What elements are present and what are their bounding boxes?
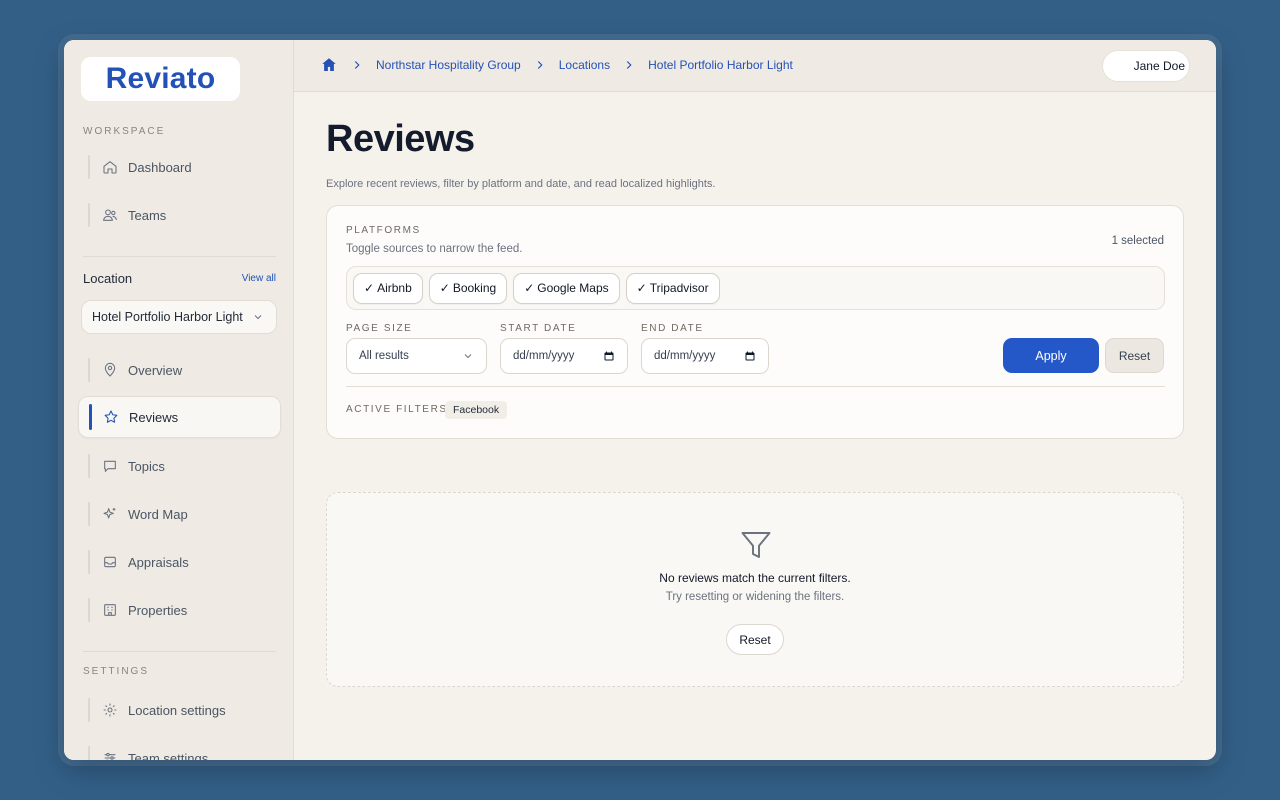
chat-icon (104, 460, 116, 472)
sidebar-item-location-settings[interactable]: Location settings (78, 689, 281, 731)
sidebar-item-appraisals[interactable]: Appraisals (78, 541, 281, 583)
end-date-label: END DATE (641, 323, 704, 334)
app-window: Reviato WORKSPACE Dashboard Teams Locati… (64, 40, 1216, 760)
sidebar-item-label: Teams (128, 207, 167, 223)
platform-chip-tripadvisor[interactable]: ✓ Tripadvisor (625, 272, 720, 304)
empty-reset-button[interactable]: Reset (726, 624, 784, 655)
chip-label: Airbnb (377, 281, 412, 295)
breadcrumb-item[interactable]: Northstar Hospitality Group (376, 58, 521, 72)
platforms-label: PLATFORMS (346, 225, 421, 236)
page-subtitle: Explore recent reviews, filter by platfo… (326, 178, 716, 190)
empty-state: No reviews match the current filters. Tr… (326, 492, 1184, 687)
reset-button[interactable]: Reset (1105, 338, 1164, 373)
inbox-icon (104, 556, 116, 568)
start-date-label: START DATE (500, 323, 577, 334)
check-icon: ✓ (636, 281, 647, 295)
workspace-section-label: WORKSPACE (83, 126, 166, 137)
sidebar-item-label: Reviews (129, 409, 179, 425)
sidebar-item-label: Properties (128, 602, 188, 618)
check-icon: ✓ (439, 281, 450, 295)
sidebar-item-team-settings[interactable]: Team settings (78, 737, 281, 760)
location-select[interactable]: Hotel Portfolio Harbor Light (81, 300, 277, 334)
gear-icon (103, 703, 117, 717)
chip-label: Google Maps (537, 281, 609, 295)
breadcrumb: Northstar Hospitality Group Locations Ho… (320, 56, 793, 74)
chevron-right-icon (626, 61, 632, 69)
home-icon[interactable] (320, 56, 338, 74)
sidebar-item-label: Dashboard (128, 159, 192, 175)
filter-icon (741, 532, 771, 558)
calendar-icon[interactable] (603, 350, 615, 362)
page-size-value: All results (359, 350, 409, 362)
sidebar-item-word-map[interactable]: Word Map (78, 493, 281, 535)
users-icon (103, 209, 117, 221)
main-content: Reviews Explore recent reviews, filter b… (294, 92, 1216, 760)
user-menu[interactable]: Jane Doe (1102, 50, 1190, 82)
view-all-link[interactable]: View all (242, 273, 276, 284)
sidebar-item-properties[interactable]: Properties (78, 589, 281, 631)
sidebar: Reviato WORKSPACE Dashboard Teams Locati… (64, 40, 294, 760)
start-date-input[interactable]: dd/mm/yyyy (500, 338, 628, 374)
chip-label: Tripadvisor (649, 281, 709, 295)
active-filters-label: ACTIVE FILTERS (346, 404, 448, 415)
breadcrumb-item[interactable]: Locations (559, 58, 610, 72)
active-filter-tag[interactable]: Facebook (445, 401, 508, 419)
settings-section-label: SETTINGS (83, 666, 150, 677)
sidebar-item-topics[interactable]: Topics (78, 445, 281, 487)
chevron-down-icon (464, 354, 472, 359)
location-select-value: Hotel Portfolio Harbor Light (92, 310, 243, 324)
pin-icon (104, 362, 116, 377)
sidebar-item-dashboard[interactable]: Dashboard (78, 146, 281, 188)
sidebar-item-label: Team settings (128, 750, 209, 761)
apply-button[interactable]: Apply (1003, 338, 1099, 373)
empty-state-subtitle: Try resetting or widening the filters. (665, 591, 845, 603)
app-logo[interactable]: Reviato (81, 57, 240, 101)
chip-label: Booking (452, 281, 497, 295)
platform-chips: ✓ Airbnb ✓ Booking ✓ Google Maps ✓ Tripa… (346, 266, 1165, 310)
location-header: Location View all (83, 271, 276, 286)
sidebar-item-teams[interactable]: Teams (78, 194, 281, 236)
calendar-icon[interactable] (744, 350, 756, 362)
empty-state-title: No reviews match the current filters. (659, 571, 851, 585)
platform-chip-google-maps[interactable]: ✓ Google Maps (513, 272, 620, 304)
home-icon (103, 161, 117, 174)
start-date-value: dd/mm/yyyy (513, 350, 575, 362)
check-icon: ✓ (364, 281, 375, 295)
user-name: Jane Doe (1133, 59, 1185, 73)
breadcrumb-item[interactable]: Hotel Portfolio Harbor Light (648, 58, 793, 72)
chevron-right-icon (537, 61, 543, 69)
sidebar-item-label: Appraisals (128, 554, 189, 570)
sparkle-icon (103, 508, 116, 519)
platform-chip-airbnb[interactable]: ✓ Airbnb (353, 272, 423, 304)
sidebar-item-overview[interactable]: Overview (78, 349, 281, 391)
page-size-label: PAGE SIZE (346, 323, 413, 334)
star-icon (104, 410, 118, 423)
chevron-down-icon (254, 315, 262, 320)
sidebar-item-label: Overview (128, 362, 183, 378)
end-date-input[interactable]: dd/mm/yyyy (641, 338, 769, 374)
building-icon (104, 604, 116, 616)
sidebar-item-label: Topics (128, 458, 165, 474)
selected-count: 1 selected (1111, 235, 1164, 247)
filters-card: PLATFORMS Toggle sources to narrow the f… (326, 205, 1184, 439)
end-date-value: dd/mm/yyyy (654, 350, 716, 362)
platform-chip-booking[interactable]: ✓ Booking (428, 272, 508, 304)
sidebar-item-label: Location settings (128, 702, 226, 718)
sliders-icon (104, 752, 116, 760)
sidebar-item-label: Word Map (128, 506, 188, 522)
check-icon: ✓ (524, 281, 535, 295)
page-title: Reviews (326, 118, 475, 160)
top-bar: Northstar Hospitality Group Locations Ho… (294, 40, 1216, 92)
sidebar-item-reviews[interactable]: Reviews (78, 396, 281, 438)
page-size-select[interactable]: All results (346, 338, 487, 374)
chevron-right-icon (354, 61, 360, 69)
location-title: Location (83, 271, 133, 286)
platforms-description: Toggle sources to narrow the feed. (346, 243, 523, 255)
